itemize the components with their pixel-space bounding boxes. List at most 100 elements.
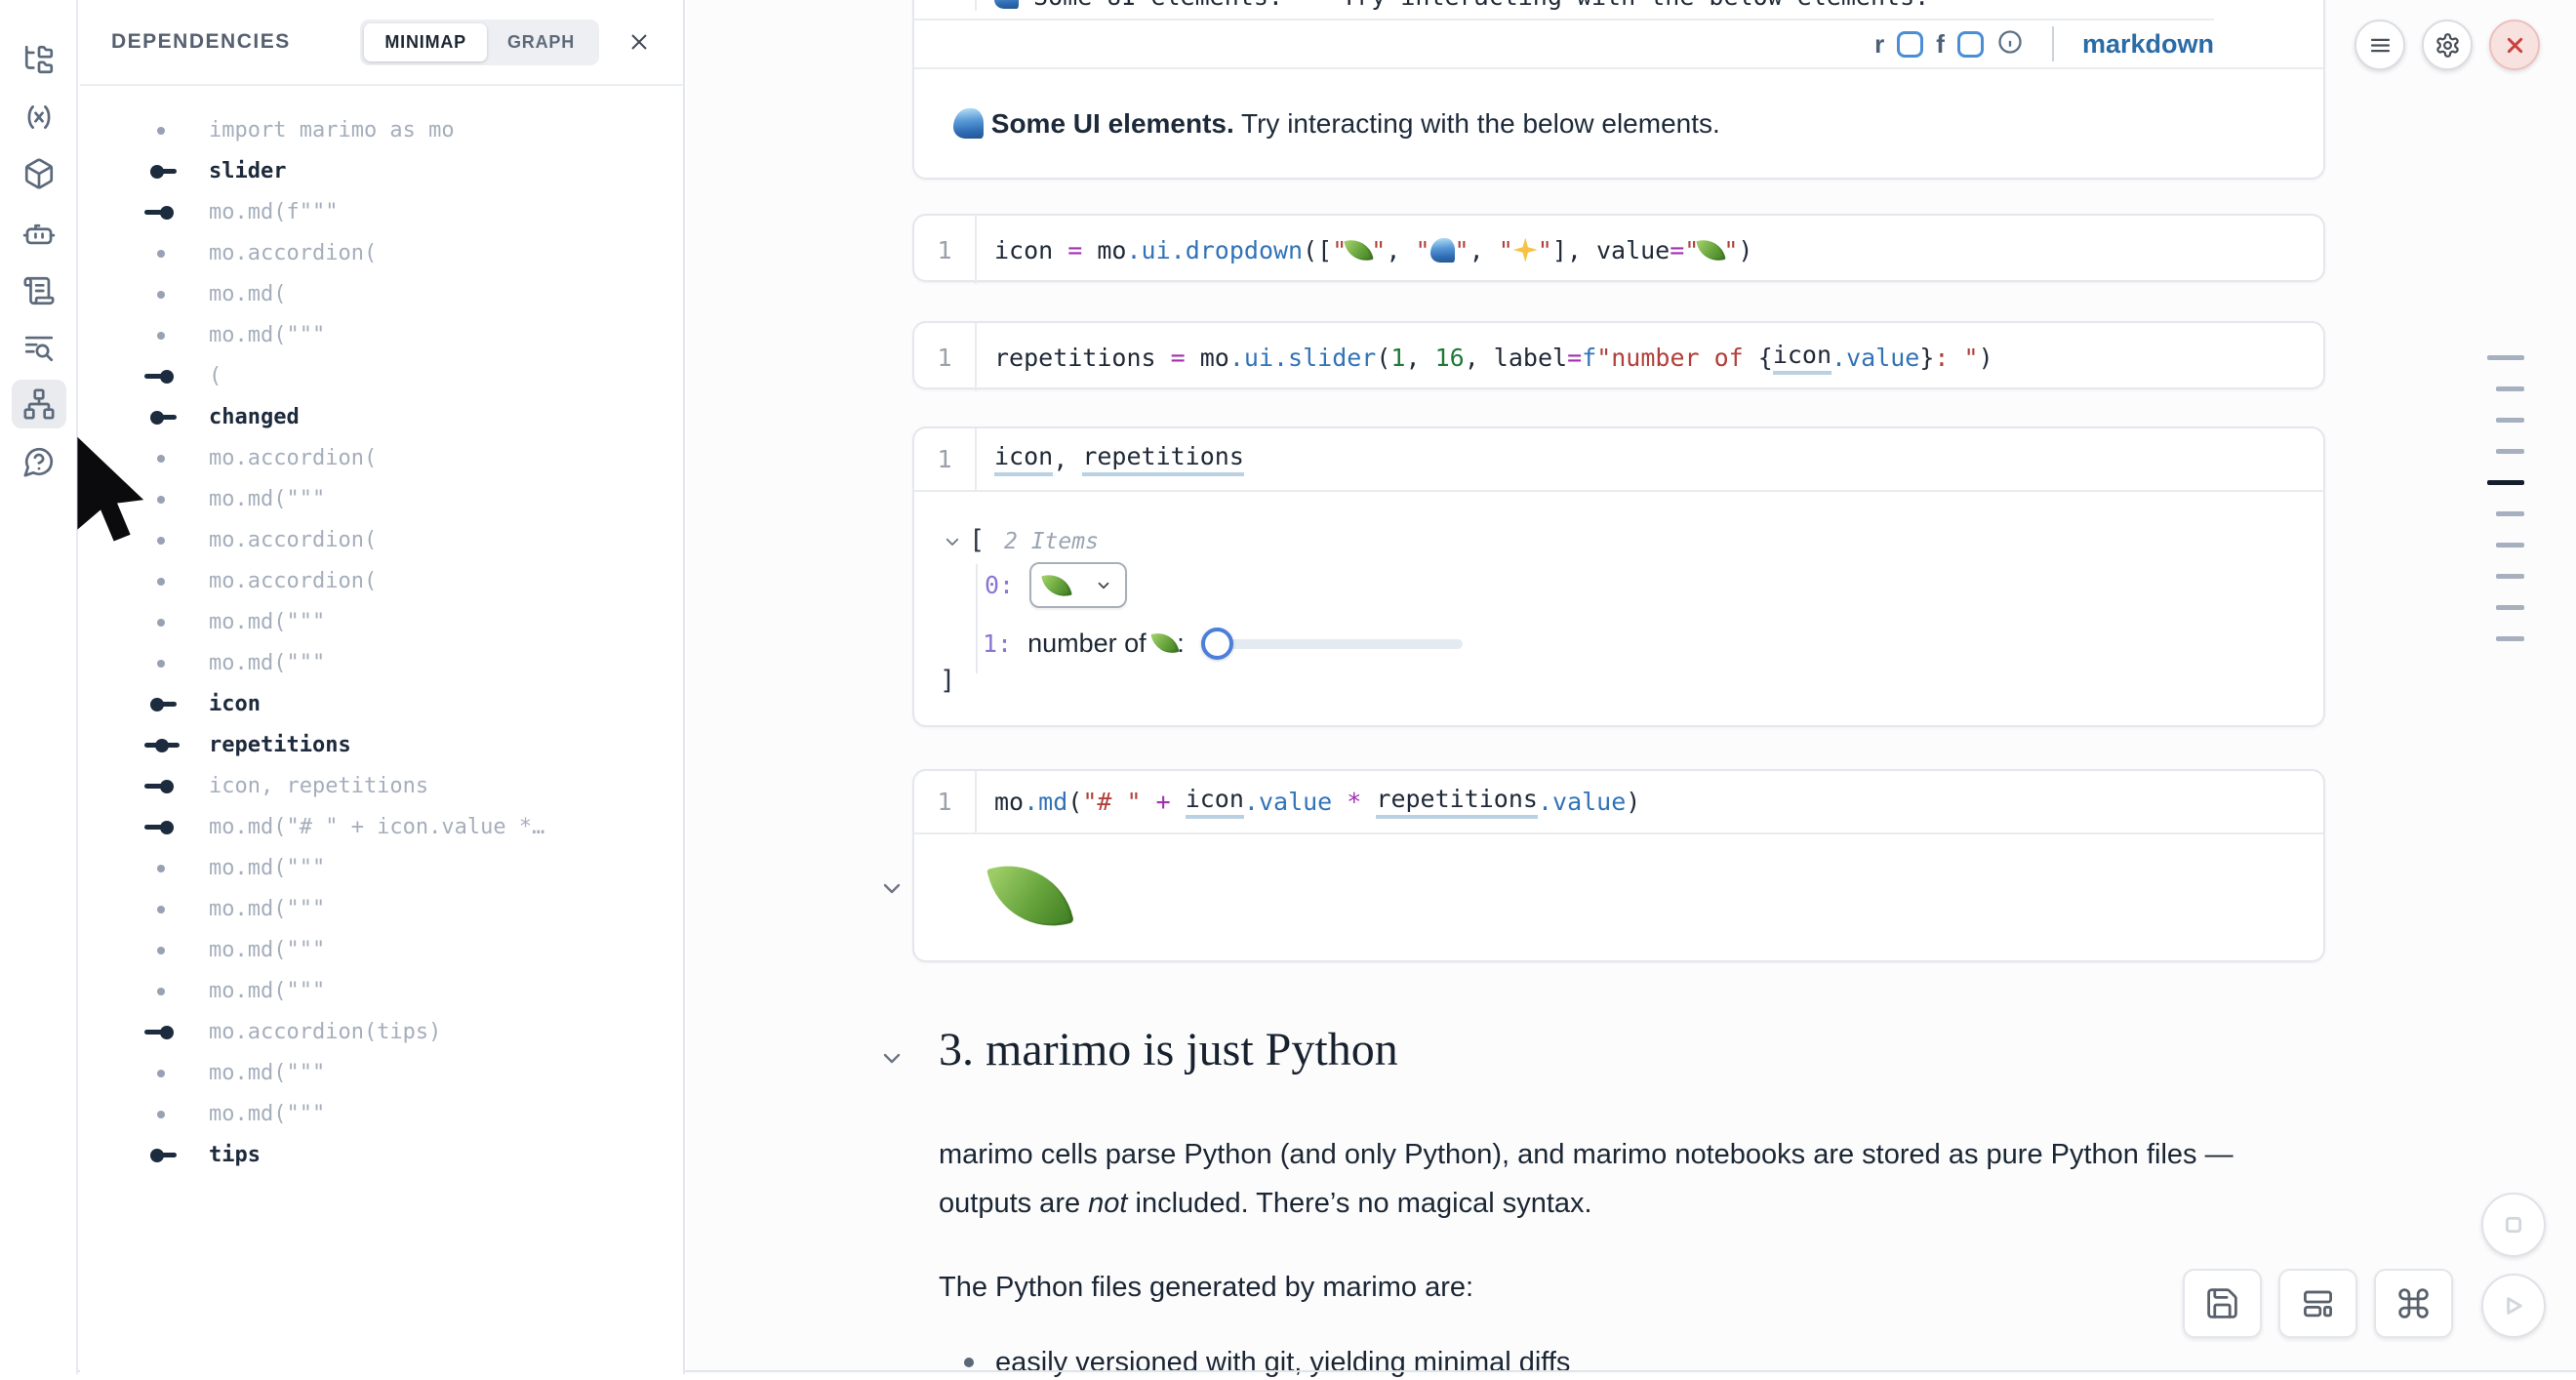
layout-button[interactable]: [2278, 1269, 2357, 1338]
cell-position-mark[interactable]: [2496, 418, 2524, 423]
tab-graph[interactable]: GRAPH: [487, 23, 595, 61]
minimap-cell-row[interactable]: (: [80, 355, 683, 396]
minimap-cell-row[interactable]: icon, repetitions: [80, 765, 683, 806]
cell-position-mark[interactable]: [2496, 449, 2524, 454]
info-button[interactable]: [1996, 28, 2024, 61]
cell-dependency-marker-icon: [144, 820, 180, 834]
cell-dependency-marker-icon: [144, 615, 180, 629]
cell-position-mark[interactable]: [2496, 636, 2524, 641]
cell-position-mark[interactable]: [2496, 386, 2524, 391]
minimap-cell-row[interactable]: mo.md(: [80, 273, 683, 314]
minimap-cell-label: mo.md(""": [209, 487, 325, 511]
slider-thumb[interactable]: [1201, 628, 1233, 660]
cell-position-mark[interactable]: [2496, 543, 2524, 548]
run-all-button[interactable]: [2481, 1274, 2546, 1338]
icon-dropdown-select[interactable]: [1029, 562, 1127, 608]
code-editor[interactable]: 1 mo.md("# " + icon.value * repetitions.…: [914, 771, 2323, 834]
bracket-open: [: [969, 525, 985, 555]
file-tree-icon: [22, 43, 56, 76]
minimap-cell-row[interactable]: mo.md(""": [80, 929, 683, 970]
help-button[interactable]: [12, 437, 66, 486]
minimap-cell-row[interactable]: mo.md(""": [80, 888, 683, 929]
snippets-button[interactable]: [12, 323, 66, 372]
cell-position-mark[interactable]: [2487, 355, 2524, 360]
close-panel-button[interactable]: [624, 27, 654, 57]
minimap-cell-row[interactable]: changed: [80, 396, 683, 437]
minimap-cell-label: mo.md(""": [209, 856, 325, 880]
code-editor[interactable]: 1 Some UI elements.** Try interacting wi…: [914, 0, 2323, 19]
minimap-cell-label: mo.md(""": [209, 651, 325, 675]
package-icon: [22, 157, 56, 190]
minimap-cell-row[interactable]: mo.md(""": [80, 314, 683, 355]
minimap-cell-row[interactable]: slider: [80, 150, 683, 191]
code-editor[interactable]: 1 repetitions = mo.ui.slider(1, 16, labe…: [914, 323, 2323, 391]
r-toggle-label: r: [1874, 29, 1884, 60]
cell-dependency-marker-icon: [144, 1025, 180, 1039]
minimap-cell-row[interactable]: mo.md(""": [80, 970, 683, 1011]
minimap-cell-row[interactable]: mo.md(""": [80, 847, 683, 888]
cell-position-mark[interactable]: [2496, 511, 2524, 516]
ai-assistant-button[interactable]: [12, 209, 66, 258]
chevron-down-icon: [1095, 577, 1112, 594]
code-line: repetitions = mo.ui.slider(1, 16, label=…: [977, 341, 1993, 375]
minimap-cell-label: mo.md(""": [209, 323, 325, 347]
minimap-cell-label: repetitions: [209, 733, 351, 757]
tree-index: 1:: [983, 629, 1012, 658]
minimap-cell-row[interactable]: mo.md("# " + icon.value *…: [80, 806, 683, 847]
minimap-cell-row[interactable]: mo.accordion(: [80, 560, 683, 601]
ai-bot-icon: [22, 217, 56, 250]
leaf-emoji: [1345, 235, 1374, 264]
minimap-cell-row[interactable]: icon: [80, 683, 683, 724]
minimap-cell-row[interactable]: import marimo as mo: [80, 109, 683, 150]
repetitions-slider[interactable]: [1203, 639, 1463, 649]
cell-dependency-marker-icon: [144, 369, 180, 384]
settings-button[interactable]: [2422, 20, 2473, 70]
minimap-cell-row[interactable]: repetitions: [80, 724, 683, 765]
stop-icon: [2498, 1209, 2529, 1240]
variables-button[interactable]: [12, 93, 66, 142]
close-icon: [627, 30, 651, 54]
code-editor[interactable]: 1 icon, repetitions: [914, 428, 2323, 492]
minimap-cell-row[interactable]: mo.accordion(: [80, 232, 683, 273]
minimap-cell-row[interactable]: mo.md(""": [80, 601, 683, 642]
collapse-section-button[interactable]: [880, 1046, 904, 1070]
minimap-cell-row[interactable]: mo.md(f""": [80, 191, 683, 232]
collapse-output-button[interactable]: [880, 876, 904, 900]
minimap-cell-label: (: [209, 364, 221, 388]
logs-scroll-icon: [22, 274, 56, 307]
minimap-cell-row[interactable]: mo.md(""": [80, 642, 683, 683]
packages-button[interactable]: [12, 149, 66, 198]
minimap-cell-label: mo.md(""": [209, 610, 325, 634]
f-toggle-checkbox[interactable]: [1957, 31, 1984, 58]
activity-rail: [0, 0, 78, 1374]
minimap-cell-row[interactable]: tips: [80, 1134, 683, 1175]
section-paragraph: The Python files generated by marimo are…: [939, 1263, 2285, 1312]
save-button[interactable]: [2183, 1269, 2262, 1338]
minimap-cell-label: changed: [209, 405, 300, 429]
r-toggle-checkbox[interactable]: [1897, 31, 1923, 58]
tab-minimap[interactable]: MINIMAP: [364, 23, 487, 61]
minimap-cell-row[interactable]: mo.accordion(tips): [80, 1011, 683, 1052]
dependencies-button[interactable]: [12, 380, 66, 428]
code-editor[interactable]: 1 icon = mo.ui.dropdown(["", "", ""], va…: [914, 216, 2323, 284]
minimap-cell-row[interactable]: mo.md(""": [80, 1093, 683, 1134]
cell-dependency-marker-icon: [144, 902, 180, 916]
minimap-cell-row[interactable]: mo.md(""": [80, 1052, 683, 1093]
minimap-cell-label: import marimo as mo: [209, 118, 455, 142]
cell-position-mark[interactable]: [2496, 605, 2524, 610]
cell-position-mark[interactable]: [2496, 574, 2524, 579]
keyboard-shortcuts-button[interactable]: [2374, 1269, 2453, 1338]
cell-markdown-ui-elements: 1 Some UI elements.** Try interacting wi…: [912, 0, 2325, 180]
wave-emoji: [994, 0, 1019, 9]
cell-position-mark[interactable]: [2487, 480, 2524, 485]
notebook-menu-button[interactable]: [2355, 20, 2405, 70]
file-tree-button[interactable]: [12, 35, 66, 84]
markdown-language-toggle[interactable]: markdown: [2082, 29, 2214, 60]
stop-button[interactable]: [2481, 1193, 2546, 1257]
logs-button[interactable]: [12, 266, 66, 315]
cell-dependency-marker-icon: [144, 205, 180, 220]
collapse-tree-button[interactable]: [944, 533, 961, 550]
info-icon: [1996, 28, 2024, 56]
cell-dependency-marker-icon: [144, 738, 180, 752]
shutdown-button[interactable]: [2489, 20, 2540, 70]
